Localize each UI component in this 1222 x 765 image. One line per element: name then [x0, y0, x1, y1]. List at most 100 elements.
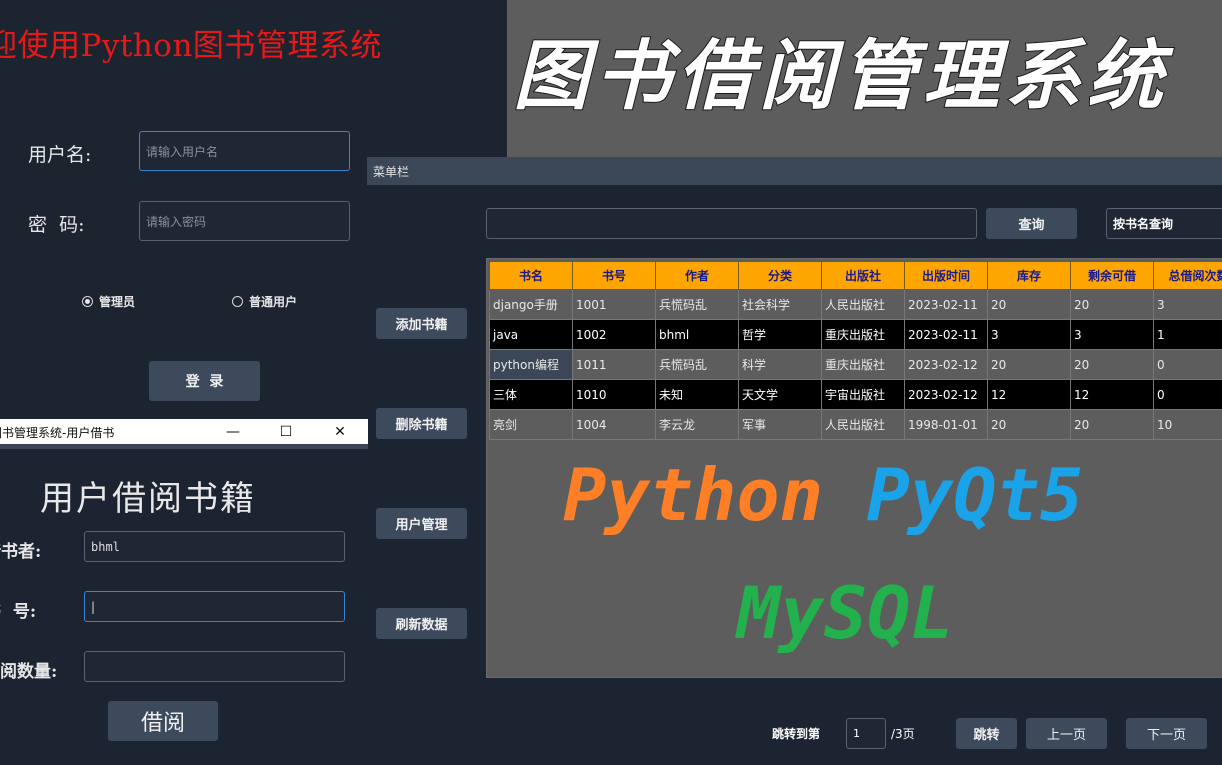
column-header[interactable]: 分类 [738, 261, 822, 290]
reader-input[interactable]: bhml [84, 531, 345, 562]
login-button[interactable]: 登 录 [149, 361, 260, 401]
table-cell[interactable]: django手册 [489, 289, 573, 320]
add-book-button[interactable]: 添加书籍 [376, 308, 467, 339]
menubar[interactable]: 菜单栏 [367, 157, 1222, 185]
table-cell[interactable]: 3 [987, 319, 1071, 350]
username-input[interactable]: 请输入用户名 [139, 131, 350, 171]
table-cell[interactable]: 1004 [572, 409, 656, 440]
column-header[interactable]: 剩余可借 [1070, 261, 1154, 290]
column-header[interactable]: 书号 [572, 261, 656, 290]
table-row[interactable]: 三体 1010 未知 天文学 宇宙出版社 2023-02-12 12 12 0 [489, 379, 1222, 410]
table-cell[interactable]: 兵慌码乱 [655, 289, 739, 320]
table-cell[interactable]: 0 [1153, 379, 1222, 410]
table-cell[interactable]: java [489, 319, 573, 350]
table-cell[interactable]: 3 [1070, 319, 1154, 350]
table-cell[interactable]: 1010 [572, 379, 656, 410]
role-user-radio[interactable]: 普通用户 [232, 293, 297, 310]
table-header-row: 书名 书号 作者 分类 出版社 出版时间 库存 剩余可借 总借阅次数 [489, 261, 1222, 290]
book-number-input[interactable]: | [84, 591, 345, 622]
promo-python: Python [563, 453, 824, 537]
table-cell[interactable]: 20 [1070, 289, 1154, 320]
table-cell[interactable]: 科学 [738, 349, 822, 380]
table-cell[interactable]: 李云龙 [655, 409, 739, 440]
table-cell[interactable]: 2023-02-11 [904, 289, 988, 320]
table-cell[interactable]: 哲学 [738, 319, 822, 350]
role-admin-radio[interactable]: 管理员 [82, 293, 135, 310]
table-cell[interactable]: 12 [987, 379, 1071, 410]
minimize-icon[interactable]: — [210, 419, 256, 444]
table-cell[interactable]: 重庆出版社 [821, 349, 905, 380]
table-row[interactable]: django手册 1001 兵慌码乱 社会科学 人民出版社 2023-02-11 20 20 3 [489, 289, 1222, 320]
table-cell[interactable]: python编程 [489, 349, 573, 380]
radio-checked-icon [82, 296, 93, 307]
jump-button[interactable]: 跳转 [956, 718, 1017, 749]
table-cell[interactable]: 天文学 [738, 379, 822, 410]
borrow-count-input[interactable] [84, 651, 345, 682]
dialog-divider [0, 444, 368, 449]
table-cell[interactable]: 20 [987, 349, 1071, 380]
table-cell[interactable]: 社会科学 [738, 289, 822, 320]
promo-mysql: MySQL [737, 571, 954, 655]
refresh-data-button[interactable]: 刷新数据 [376, 608, 467, 639]
screenshot-stage: 迎使用Python图书管理系统 用户名: 请输入用户名 密 码: 请输入密码 管… [0, 0, 1222, 765]
banner-title: 图书借阅管理系统 [512, 31, 1169, 120]
table-row[interactable]: java 1002 bhml 哲学 重庆出版社 2023-02-11 3 3 1 [489, 319, 1222, 350]
next-page-button[interactable]: 下一页 [1126, 718, 1207, 749]
column-header[interactable]: 书名 [489, 261, 573, 290]
column-header[interactable]: 作者 [655, 261, 739, 290]
column-header[interactable]: 总借阅次数 [1153, 261, 1222, 290]
page-number-input[interactable]: 1 [846, 718, 886, 749]
user-management-button[interactable]: 用户管理 [376, 508, 467, 539]
books-table-area: 书名 书号 作者 分类 出版社 出版时间 库存 剩余可借 总借阅次数 djang… [486, 258, 1222, 678]
table-cell[interactable]: 2023-02-11 [904, 319, 988, 350]
table-cell[interactable]: 重庆出版社 [821, 319, 905, 350]
table-cell[interactable]: 20 [1070, 409, 1154, 440]
column-header[interactable]: 出版社 [821, 261, 905, 290]
table-cell[interactable]: 1011 [572, 349, 656, 380]
table-cell[interactable]: bhml [655, 319, 739, 350]
table-cell[interactable]: 兵慌码乱 [655, 349, 739, 380]
table-cell[interactable]: 0 [1153, 349, 1222, 380]
radio-unchecked-icon [232, 296, 243, 307]
table-cell[interactable]: 亮剑 [489, 409, 573, 440]
prev-page-button[interactable]: 上一页 [1026, 718, 1107, 749]
borrow-button[interactable]: 借阅 [108, 701, 218, 741]
search-input[interactable] [486, 208, 977, 239]
table-cell[interactable]: 人民出版社 [821, 289, 905, 320]
promo-python-pyqt5: Python PyQt5 [563, 459, 1083, 531]
search-mode-select[interactable]: 按书名查询 [1106, 208, 1222, 239]
password-input[interactable]: 请输入密码 [139, 201, 350, 241]
table-cell[interactable]: 三体 [489, 379, 573, 410]
table-cell[interactable]: 宇宙出版社 [821, 379, 905, 410]
table-cell[interactable]: 军事 [738, 409, 822, 440]
column-header[interactable]: 库存 [987, 261, 1071, 290]
book-number-label: 书 号: [0, 602, 37, 622]
search-mode-value: 按书名查询 [1113, 217, 1174, 231]
reader-label: 借书者: [0, 542, 42, 562]
table-cell[interactable]: 20 [1070, 349, 1154, 380]
username-label: 用户名: [28, 144, 92, 166]
dialog-titlebar[interactable]: 图书管理系统-用户借书 — ☐ ✕ [0, 419, 368, 444]
table-cell[interactable]: 1002 [572, 319, 656, 350]
maximize-icon[interactable]: ☐ [263, 419, 309, 444]
page-number-value: 1 [853, 727, 860, 740]
borrow-count-label: 借阅数量: [0, 662, 58, 682]
table-cell[interactable]: 10 [1153, 409, 1222, 440]
table-cell[interactable]: 1001 [572, 289, 656, 320]
delete-book-button[interactable]: 删除书籍 [376, 408, 467, 439]
table-row[interactable]: python编程 1011 兵慌码乱 科学 重庆出版社 2023-02-12 20 20 0 [489, 349, 1222, 380]
table-cell[interactable]: 2023-02-12 [904, 379, 988, 410]
query-button[interactable]: 查询 [986, 208, 1077, 239]
table-cell[interactable]: 人民出版社 [821, 409, 905, 440]
table-cell[interactable]: 1998-01-01 [904, 409, 988, 440]
table-row[interactable]: 亮剑 1004 李云龙 军事 人民出版社 1998-01-01 20 20 10 [489, 409, 1222, 440]
table-cell[interactable]: 2023-02-12 [904, 349, 988, 380]
table-cell[interactable]: 20 [987, 409, 1071, 440]
column-header[interactable]: 出版时间 [904, 261, 988, 290]
table-cell[interactable]: 1 [1153, 319, 1222, 350]
close-icon[interactable]: ✕ [317, 419, 363, 444]
table-cell[interactable]: 12 [1070, 379, 1154, 410]
table-cell[interactable]: 20 [987, 289, 1071, 320]
table-cell[interactable]: 未知 [655, 379, 739, 410]
table-cell[interactable]: 3 [1153, 289, 1222, 320]
